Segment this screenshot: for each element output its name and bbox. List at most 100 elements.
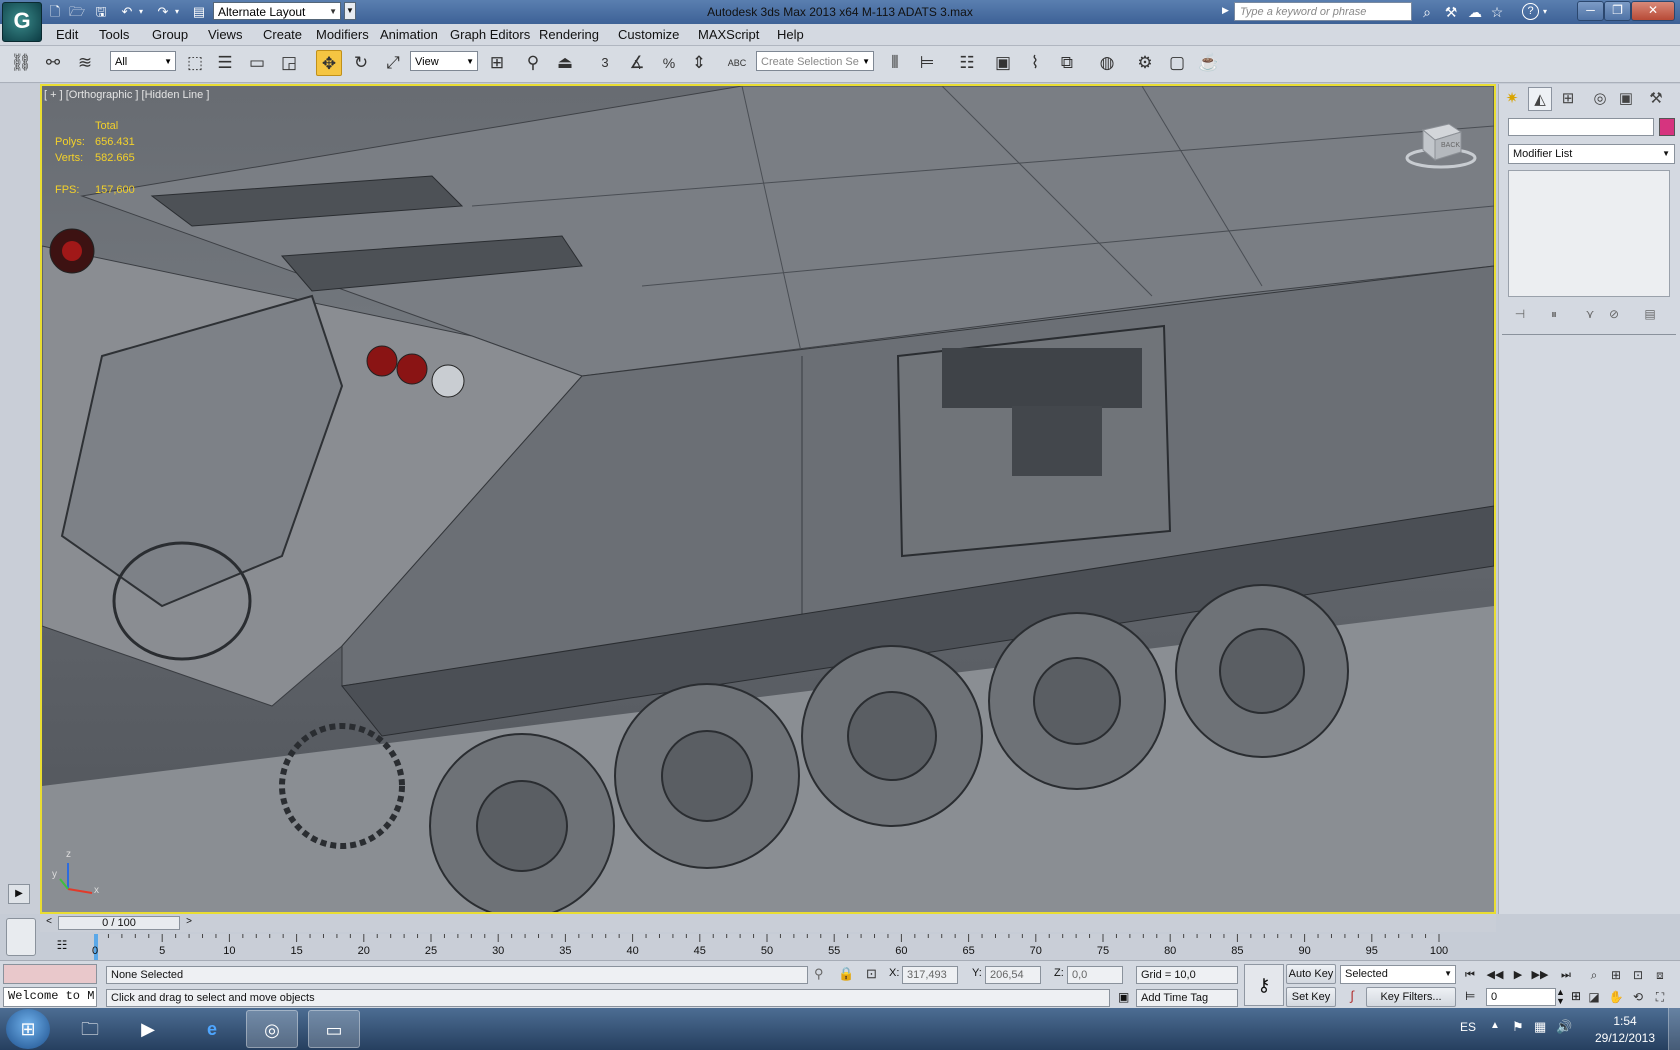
object-name-input[interactable]	[1508, 118, 1654, 136]
rectangular-selection-icon[interactable]: ▭	[244, 50, 270, 76]
save-file-icon[interactable]: 🖫	[92, 3, 110, 20]
y-coord-input[interactable]: 206,54	[985, 966, 1041, 984]
time-tag-icon[interactable]: ▣	[1118, 990, 1129, 1004]
search-input[interactable]: Type a keyword or phrase	[1234, 2, 1412, 21]
binoculars-icon[interactable]: ⌕	[1418, 3, 1436, 21]
set-key-button[interactable]: Set Key	[1286, 987, 1336, 1007]
render-setup-icon[interactable]: ⚙	[1132, 50, 1158, 76]
unlink-icon[interactable]: ⚯	[40, 50, 66, 76]
search-expand-icon[interactable]: ▶	[1222, 5, 1229, 16]
viewport-label-menu[interactable]: [ + ] [Orthographic ] [Hidden Line ]	[44, 89, 209, 101]
favorites-star-icon[interactable]: ☆	[1488, 3, 1506, 21]
volume-icon[interactable]: 🔊	[1556, 1019, 1572, 1035]
workspace-select[interactable]: Alternate Layout ▼	[213, 2, 341, 20]
expand-track-bar-button[interactable]: ▶	[8, 884, 30, 904]
menu-group[interactable]: Group	[152, 24, 188, 45]
pan-view-icon[interactable]: ✋	[1606, 988, 1626, 1006]
curve-editor-icon[interactable]: ⌇	[1022, 50, 1048, 76]
network-icon[interactable]: ▦	[1534, 1019, 1546, 1035]
taskbar-explorer-icon[interactable]: 🗀	[64, 1010, 116, 1048]
mini-curve-editor-button[interactable]	[6, 918, 36, 956]
undo-icon[interactable]: ↶	[118, 3, 136, 20]
taskbar-3dsmax-icon[interactable]: ◎	[246, 1010, 298, 1048]
undo-dropdown-icon[interactable]: ▾	[136, 3, 146, 20]
selection-lock-icon[interactable]: 🔒	[838, 966, 854, 982]
show-hidden-icons-icon[interactable]: ▲	[1490, 1020, 1500, 1031]
start-button[interactable]: ⊞	[6, 1009, 50, 1049]
edit-named-selection-icon[interactable]: ABC	[724, 50, 750, 76]
project-folder-icon[interactable]: ▤	[190, 3, 208, 20]
show-end-result-icon[interactable]: ⏸	[1544, 305, 1564, 323]
menu-modifiers[interactable]: Modifiers	[316, 24, 369, 45]
x-coord-input[interactable]: 317,493	[902, 966, 958, 984]
maxscript-mini-listener[interactable]: Welcome to M	[3, 987, 97, 1007]
time-slider-prev[interactable]: <	[42, 916, 56, 930]
select-by-name-icon[interactable]: ☰	[212, 50, 238, 76]
schematic-view-icon[interactable]: ⧉	[1054, 50, 1080, 76]
key-filters-button[interactable]: Key Filters...	[1366, 987, 1456, 1007]
isolate-selection-icon[interactable]: ⚲	[814, 966, 824, 982]
snaps-toggle-icon[interactable]: 3	[592, 50, 618, 76]
layer-manager-icon[interactable]: ☷	[954, 50, 980, 76]
redo-dropdown-icon[interactable]: ▾	[172, 3, 182, 20]
menu-maxscript[interactable]: MAXScript	[698, 24, 759, 45]
link-icon[interactable]: ⛓	[8, 50, 34, 76]
mirror-icon[interactable]: ⫴	[882, 50, 908, 76]
field-of-view-icon[interactable]: ◪	[1584, 988, 1604, 1006]
modifier-stack[interactable]	[1508, 170, 1670, 297]
menu-graph-editors[interactable]: Graph Editors	[450, 24, 530, 45]
time-configuration-icon[interactable]: ⊞	[1566, 986, 1586, 1006]
orbit-icon[interactable]: ⟲	[1628, 988, 1648, 1006]
menu-rendering[interactable]: Rendering	[539, 24, 599, 45]
new-file-icon[interactable]: 🗋	[46, 3, 64, 20]
menu-edit[interactable]: Edit	[56, 24, 78, 45]
previous-frame-icon[interactable]: ◀◀	[1485, 966, 1505, 984]
next-frame-icon[interactable]: ▶▶	[1530, 966, 1550, 984]
clock-time[interactable]: 1:54	[1590, 1014, 1660, 1028]
zoom-all-icon[interactable]: ⊞	[1606, 966, 1626, 984]
menu-create[interactable]: Create	[263, 24, 302, 45]
add-time-tag[interactable]: Add Time Tag	[1136, 989, 1238, 1007]
track-bar-menu-icon[interactable]: ☷	[52, 938, 72, 956]
taskbar-internet-explorer-icon[interactable]: e	[186, 1010, 238, 1048]
hierarchy-tab-icon[interactable]: ⊞	[1556, 87, 1580, 111]
spinner-snap-icon[interactable]: ⇕	[686, 50, 712, 76]
pin-stack-icon[interactable]: ⊣	[1510, 305, 1530, 323]
zoom-extents-icon[interactable]: ⊡	[1628, 966, 1648, 984]
redo-icon[interactable]: ↷	[154, 3, 172, 20]
percent-snap-icon[interactable]: %	[656, 50, 682, 76]
menu-views[interactable]: Views	[208, 24, 242, 45]
zoom-icon[interactable]: ⌕	[1584, 966, 1604, 984]
set-key-mode-key-icon[interactable]: ⚷	[1244, 964, 1284, 1006]
frame-spinner-icon[interactable]: ▲ ▼	[1556, 988, 1565, 1006]
window-crossing-icon[interactable]: ◲	[276, 50, 302, 76]
go-to-end-icon[interactable]: ⏭	[1556, 966, 1576, 984]
clock-date[interactable]: 29/12/2013	[1590, 1031, 1660, 1045]
taskbar-media-player-icon[interactable]: ▶	[122, 1010, 174, 1048]
remove-modifier-icon[interactable]: ⊘	[1604, 305, 1624, 323]
key-mode-toggle-icon[interactable]: ⊨	[1465, 989, 1475, 1003]
modify-tab-icon[interactable]: ◭	[1528, 87, 1552, 111]
graphite-toggle-icon[interactable]: ▣	[990, 50, 1016, 76]
key-mode-select[interactable]: Selected ▼	[1340, 965, 1456, 984]
default-tangent-icon[interactable]: ∫	[1342, 988, 1362, 1006]
go-to-start-icon[interactable]: ⏮	[1460, 966, 1480, 984]
help-dropdown-icon[interactable]: ▾	[1540, 3, 1550, 21]
select-and-rotate-icon[interactable]: ↻	[348, 50, 374, 76]
communication-center-icon[interactable]: ☁	[1466, 3, 1484, 21]
time-slider-next[interactable]: >	[182, 916, 196, 930]
keyboard-shortcut-override-icon[interactable]: ⏏	[552, 50, 578, 76]
pivot-point-center-icon[interactable]: ⊞	[484, 50, 510, 76]
current-frame-input[interactable]: 0	[1486, 988, 1556, 1006]
time-slider[interactable]: 0 / 100	[58, 916, 180, 930]
workspace-menu-button[interactable]: ▼	[344, 2, 356, 20]
viewcube[interactable]: BACK	[1405, 118, 1477, 170]
play-icon[interactable]: ▶	[1508, 966, 1528, 984]
angle-snap-icon[interactable]: ∡	[624, 50, 650, 76]
bind-space-warp-icon[interactable]: ≋	[72, 50, 98, 76]
create-tab-icon[interactable]: ✷	[1500, 87, 1524, 111]
subscription-icon[interactable]: ⚒	[1442, 3, 1460, 21]
show-desktop-button[interactable]	[1668, 1008, 1680, 1050]
select-object-icon[interactable]: ⬚	[182, 50, 208, 76]
motion-tab-icon[interactable]: ◎	[1588, 87, 1612, 111]
